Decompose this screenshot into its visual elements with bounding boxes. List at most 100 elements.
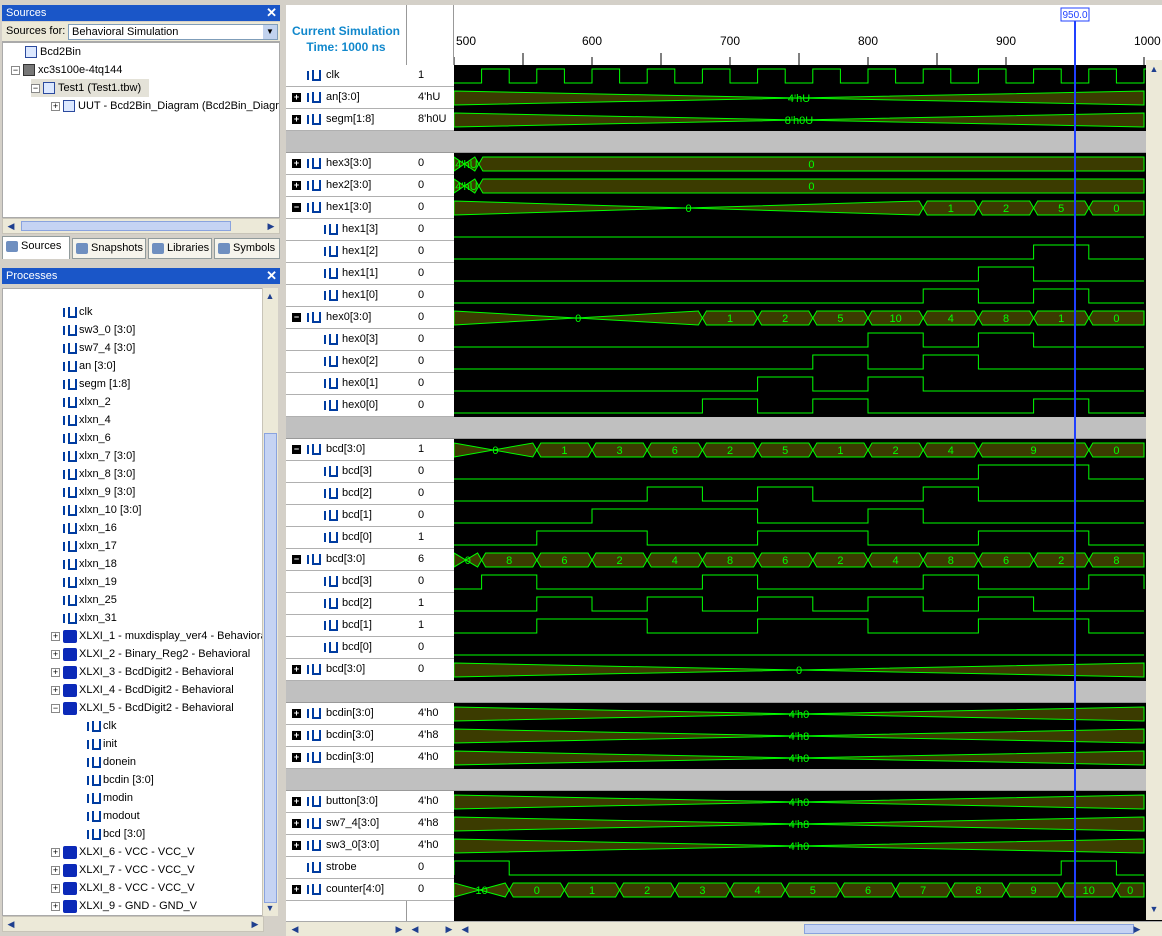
process-item[interactable]: xlxn_31 [63,609,117,627]
signal-row[interactable]: hex0[0] 0 [286,395,454,417]
sources-hscrollbar[interactable]: ◀ ▶ [2,218,280,234]
process-item[interactable]: xlxn_17 [63,537,117,555]
signal-row[interactable]: bcd[1] 1 [286,615,454,637]
scroll-thumb[interactable] [21,221,231,231]
signal-row[interactable]: hex1[0] 0 [286,285,454,307]
signal-row[interactable]: hex0[3] 0 [286,329,454,351]
collapse-icon[interactable]: − [292,313,301,322]
process-item[interactable]: clk [87,717,116,735]
signal-row[interactable]: hex0[2] 0 [286,351,454,373]
process-item[interactable]: xlxn_7 [3:0] [63,447,135,465]
expand-icon[interactable]: + [292,731,301,740]
scroll-left-icon[interactable]: ◀ [408,922,422,936]
process-item[interactable]: xlxn_10 [3:0] [63,501,141,519]
process-item[interactable]: sw7_4 [3:0] [63,339,135,357]
sources-for-select[interactable]: Behavioral Simulation ▼ [68,24,278,40]
scroll-thumb[interactable] [264,433,277,903]
process-item[interactable]: + XLXI_3 - BcdDigit2 - Behavioral [51,663,234,681]
scroll-thumb[interactable] [804,924,1134,934]
expand-icon[interactable]: + [51,901,60,911]
expand-icon[interactable]: + [292,115,301,124]
scroll-left-icon[interactable]: ◀ [4,917,18,931]
signal-row[interactable]: − hex1[3:0] 0 [286,197,454,219]
signal-row[interactable]: + an[3:0] 4'hU [286,87,454,109]
signal-row[interactable]: + counter[4:0] 0 [286,879,454,901]
signal-row[interactable]: − bcd[3:0] 1 [286,439,454,461]
signal-row[interactable]: + bcdin[3:0] 4'h0 [286,747,454,769]
process-item[interactable]: sw3_0 [3:0] [63,321,135,339]
process-item[interactable]: + XLXI_9 - GND - GND_V [51,897,197,915]
signal-row[interactable]: hex1[2] 0 [286,241,454,263]
process-item[interactable]: xlxn_9 [3:0] [63,483,135,501]
collapse-icon[interactable]: − [292,203,301,212]
collapse-icon[interactable]: − [31,83,40,93]
process-item[interactable]: xlxn_19 [63,573,117,591]
process-item[interactable]: + XLXI_8 - VCC - VCC_V [51,879,195,897]
process-item[interactable]: xlxn_8 [3:0] [63,465,135,483]
expand-icon[interactable]: + [51,865,60,875]
signal-row[interactable]: + bcdin[3:0] 4'h8 [286,725,454,747]
tree-node-project[interactable]: Bcd2Bin [25,43,81,61]
expand-icon[interactable]: + [51,649,60,659]
scroll-up-icon[interactable]: ▲ [263,289,277,303]
process-item[interactable]: init [87,735,117,753]
signal-row[interactable]: + sw7_4[3:0] 4'h8 [286,813,454,835]
tab-libraries[interactable]: Libraries [148,238,212,259]
signal-row[interactable]: − hex0[3:0] 0 [286,307,454,329]
scroll-right-icon[interactable]: ▶ [392,922,406,936]
process-item[interactable]: + XLXI_7 - VCC - VCC_V [51,861,195,879]
collapse-icon[interactable]: − [292,555,301,564]
expand-icon[interactable]: + [292,665,301,674]
collapse-icon[interactable]: − [292,445,301,454]
process-item[interactable]: modout [87,807,140,825]
signal-row[interactable]: clk 1 [286,65,454,87]
signal-row[interactable]: − bcd[3:0] 6 [286,549,454,571]
close-icon[interactable]: ✕ [266,5,277,20]
process-item[interactable]: + XLXI_6 - VCC - VCC_V [51,843,195,861]
signal-row[interactable]: bcd[3] 0 [286,571,454,593]
tab-symbols[interactable]: Symbols [214,238,280,259]
signal-row[interactable]: + bcd[3:0] 0 [286,659,454,681]
signal-row[interactable]: bcd[0] 0 [286,637,454,659]
expand-icon[interactable]: + [292,819,301,828]
process-item[interactable]: + XLXI_2 - Binary_Reg2 - Behavioral [51,645,250,663]
signal-row[interactable]: + hex2[3:0] 0 [286,175,454,197]
signal-row[interactable]: hex1[3] 0 [286,219,454,241]
scroll-right-icon[interactable]: ▶ [248,917,262,931]
collapse-icon[interactable]: − [11,65,20,75]
tree-node-uut[interactable]: + UUT - Bcd2Bin_Diagram (Bcd2Bin_Diagr [51,97,279,115]
tree-node-device[interactable]: − xc3s100e-4tq144 [11,61,122,79]
process-item[interactable]: bcd [3:0] [87,825,145,843]
signal-row[interactable]: bcd[3] 0 [286,461,454,483]
waveform-hscrollbar[interactable]: ◀ ▶ ◀ ▶ ◀ ▶ [286,921,1162,936]
processes-vscrollbar[interactable]: ▲ ▼ [262,288,278,916]
signal-row[interactable]: + button[3:0] 4'h0 [286,791,454,813]
scroll-left-icon[interactable]: ◀ [4,219,18,233]
scroll-right-icon[interactable]: ▶ [1130,922,1144,936]
expand-icon[interactable]: + [292,181,301,190]
chevron-down-icon[interactable]: ▼ [263,25,277,39]
process-item[interactable]: segm [1:8] [63,375,130,393]
signal-row[interactable]: bcd[2] 0 [286,483,454,505]
expand-icon[interactable]: + [51,685,60,695]
process-item[interactable]: + XLXI_4 - BcdDigit2 - Behavioral [51,681,234,699]
process-item[interactable]: + XLXI_1 - muxdisplay_ver4 - Behavioral [51,627,269,645]
process-item[interactable]: xlxn_4 [63,411,111,429]
processes-hscrollbar[interactable]: ◀ ▶ [2,916,264,932]
process-item[interactable]: an [3:0] [63,357,116,375]
waveform-vscrollbar[interactable]: ▲ ▼ [1146,60,1162,920]
process-item[interactable]: donein [87,753,136,771]
signal-row[interactable]: bcd[2] 1 [286,593,454,615]
scroll-right-icon[interactable]: ▶ [264,219,278,233]
signal-row[interactable]: bcd[0] 1 [286,527,454,549]
expand-icon[interactable]: + [292,753,301,762]
close-icon[interactable]: ✕ [266,268,277,283]
process-item[interactable]: bcdin [3:0] [87,771,154,789]
process-item[interactable]: − XLXI_5 - BcdDigit2 - Behavioral [51,699,234,717]
expand-icon[interactable]: + [292,709,301,718]
process-item[interactable]: xlxn_25 [63,591,117,609]
expand-icon[interactable]: + [51,101,60,111]
scroll-up-icon[interactable]: ▲ [1147,62,1161,76]
signal-row[interactable]: strobe 0 [286,857,454,879]
signal-row[interactable]: + sw3_0[3:0] 4'h0 [286,835,454,857]
